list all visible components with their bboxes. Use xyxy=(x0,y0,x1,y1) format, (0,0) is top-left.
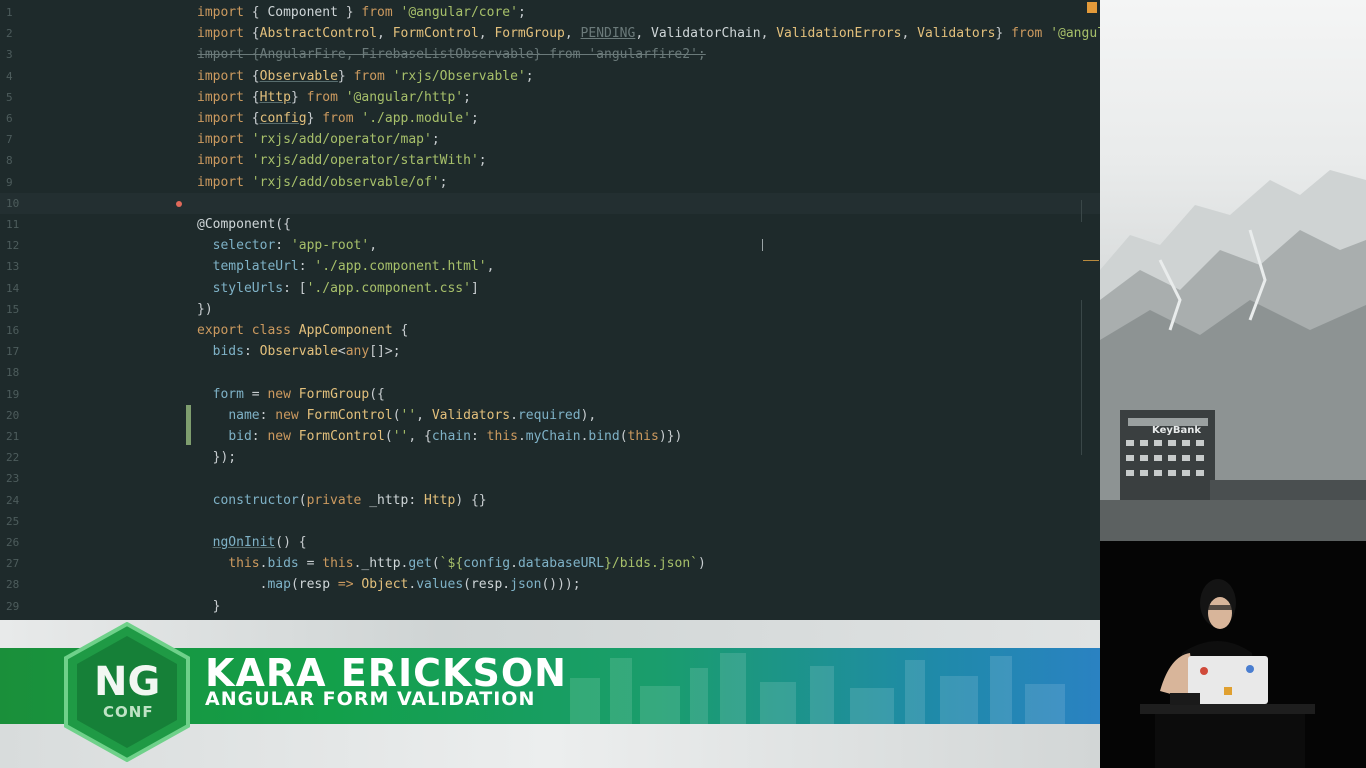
code-line[interactable]: 6 import {config} from './app.module'; xyxy=(0,108,1100,129)
line-number[interactable]: 18 xyxy=(6,362,26,383)
line-number[interactable]: 24 xyxy=(6,490,26,511)
logo-ng-text: NG xyxy=(94,659,161,705)
code-editor[interactable]: 1 import { Component } from '@angular/cor… xyxy=(0,0,1100,620)
logo-conf-text: CONF xyxy=(103,703,154,721)
code-text[interactable]: import {Http} from '@angular/http'; xyxy=(197,87,471,108)
code-text[interactable]: this.bids = this._http.get(`${config.dat… xyxy=(197,553,705,574)
line-number[interactable]: 17 xyxy=(6,341,26,362)
code-text[interactable]: styleUrls: ['./app.component.css'] xyxy=(197,278,479,299)
talk-title: ANGULAR FORM VALIDATION xyxy=(205,688,536,710)
code-text[interactable]: import { Component } from '@angular/core… xyxy=(197,2,526,23)
code-text[interactable]: import 'rxjs/add/operator/map'; xyxy=(197,129,440,150)
line-number[interactable]: 1 xyxy=(6,2,26,23)
code-line[interactable]: 27 this.bids = this._http.get(`${config.… xyxy=(0,553,1100,574)
code-line[interactable]: 12 selector: 'app-root', xyxy=(0,235,1100,256)
text-cursor-icon xyxy=(762,239,765,251)
code-text[interactable]: import {Observable} from 'rxjs/Observabl… xyxy=(197,66,534,87)
code-text[interactable]: templateUrl: './app.component.html', xyxy=(197,256,495,277)
line-number[interactable]: 25 xyxy=(6,511,26,532)
code-line[interactable]: 26 ngOnInit() { xyxy=(0,532,1100,553)
speaker-camera-feed xyxy=(1100,541,1366,768)
code-line[interactable]: 24 constructor(private _http: Http) {} xyxy=(0,490,1100,511)
code-text[interactable]: name: new FormControl('', Validators.req… xyxy=(197,405,596,426)
code-line[interactable]: 9 import 'rxjs/add/observable/of'; xyxy=(0,172,1100,193)
code-text[interactable]: } xyxy=(197,596,221,617)
line-number[interactable]: 16 xyxy=(6,320,26,341)
mountain-photo: KeyBank xyxy=(1100,0,1366,541)
code-text[interactable]: }); xyxy=(197,447,237,468)
line-number[interactable]: 10 xyxy=(6,193,26,214)
code-text[interactable]: .map(resp => Object.values(resp.json()))… xyxy=(197,574,581,595)
line-number[interactable]: 27 xyxy=(6,553,26,574)
code-line[interactable]: 17 bids: Observable<any[]>; xyxy=(0,341,1100,362)
indent-guide xyxy=(1081,200,1082,222)
line-number[interactable]: 5 xyxy=(6,87,26,108)
line-number[interactable]: 21 xyxy=(6,426,26,447)
line-number[interactable]: 2 xyxy=(6,23,26,44)
code-text[interactable]: ngOnInit() { xyxy=(197,532,307,553)
speaker-name: KARA ERICKSON xyxy=(205,651,567,695)
code-line[interactable]: 28 .map(resp => Object.values(resp.json(… xyxy=(0,574,1100,595)
code-line[interactable]: 2 import {AbstractControl, FormControl, F… xyxy=(0,23,1100,44)
line-number[interactable]: 22 xyxy=(6,447,26,468)
code-line[interactable]: 5 import {Http} from '@angular/http'; xyxy=(0,87,1100,108)
code-line[interactable]: 18 xyxy=(0,362,1100,383)
code-line[interactable]: 11 @Component({ xyxy=(0,214,1100,235)
code-text[interactable]: import {AbstractControl, FormControl, Fo… xyxy=(197,23,1100,44)
code-line[interactable]: 10 xyxy=(0,192,1100,214)
code-text[interactable]: constructor(private _http: Http) {} xyxy=(197,490,487,511)
indent-guide xyxy=(1081,300,1082,455)
code-line[interactable]: 3 import {AngularFire, FirebaseListObserv… xyxy=(0,44,1100,65)
line-number[interactable]: 26 xyxy=(6,532,26,553)
code-text[interactable]: import 'rxjs/add/operator/startWith'; xyxy=(197,150,487,171)
line-number[interactable]: 6 xyxy=(6,108,26,129)
code-text[interactable]: import {AngularFire, FirebaseListObserva… xyxy=(197,44,706,65)
line-number[interactable]: 9 xyxy=(6,172,26,193)
code-text[interactable]: import 'rxjs/add/observable/of'; xyxy=(197,172,447,193)
line-number[interactable]: 8 xyxy=(6,150,26,171)
line-number[interactable]: 15 xyxy=(6,299,26,320)
code-text[interactable]: form = new FormGroup({ xyxy=(197,384,385,405)
line-number[interactable]: 3 xyxy=(6,44,26,65)
line-number[interactable]: 19 xyxy=(6,384,26,405)
code-line[interactable]: 14 styleUrls: ['./app.component.css'] xyxy=(0,278,1100,299)
line-number[interactable]: 7 xyxy=(6,129,26,150)
code-line[interactable]: 15}) xyxy=(0,299,1100,320)
code-line[interactable]: 8 import 'rxjs/add/operator/startWith'; xyxy=(0,150,1100,171)
code-line[interactable]: 22 }); xyxy=(0,447,1100,468)
code-line[interactable]: 25 xyxy=(0,511,1100,532)
line-number[interactable]: 11 xyxy=(6,214,26,235)
code-text[interactable]: export class AppComponent { xyxy=(197,320,408,341)
code-text[interactable]: @Component({ xyxy=(197,214,291,235)
code-line[interactable]: 23 xyxy=(0,468,1100,489)
code-text[interactable]: import {config} from './app.module'; xyxy=(197,108,479,129)
code-line[interactable]: 13 templateUrl: './app.component.html', xyxy=(0,256,1100,277)
code-line[interactable]: 1 import { Component } from '@angular/cor… xyxy=(0,2,1100,23)
line-number[interactable]: 20 xyxy=(6,405,26,426)
line-number[interactable]: 14 xyxy=(6,278,26,299)
code-line[interactable]: 29 } xyxy=(0,596,1100,617)
line-number[interactable]: 29 xyxy=(6,596,26,617)
building-sign: KeyBank xyxy=(1152,425,1202,436)
line-number[interactable]: 23 xyxy=(6,468,26,489)
code-line[interactable]: 4 import {Observable} from 'rxjs/Observab… xyxy=(0,66,1100,87)
line-number[interactable]: 12 xyxy=(6,235,26,256)
code-line[interactable]: 21 bid: new FormControl('', {chain: this… xyxy=(0,426,1100,447)
code-text[interactable]: }) xyxy=(197,299,213,320)
scrollbar-mark xyxy=(1083,260,1099,261)
code-text[interactable]: selector: 'app-root', xyxy=(197,235,377,256)
code-line[interactable]: 7 import 'rxjs/add/operator/map'; xyxy=(0,129,1100,150)
line-number[interactable]: 28 xyxy=(6,574,26,595)
warning-marker-icon[interactable] xyxy=(1087,2,1097,13)
breakpoint-dot[interactable] xyxy=(176,201,182,207)
code-text[interactable]: bid: new FormControl('', {chain: this.my… xyxy=(197,426,682,447)
code-text[interactable]: bids: Observable<any[]>; xyxy=(197,341,401,362)
line-number[interactable]: 13 xyxy=(6,256,26,277)
line-number[interactable]: 4 xyxy=(6,66,26,87)
code-line[interactable]: 20 name: new FormControl('', Validators.… xyxy=(0,405,1100,426)
modified-lines-marker xyxy=(186,405,191,445)
code-line[interactable]: 19 form = new FormGroup({ xyxy=(0,384,1100,405)
code-line[interactable]: 16 export class AppComponent { xyxy=(0,320,1100,341)
